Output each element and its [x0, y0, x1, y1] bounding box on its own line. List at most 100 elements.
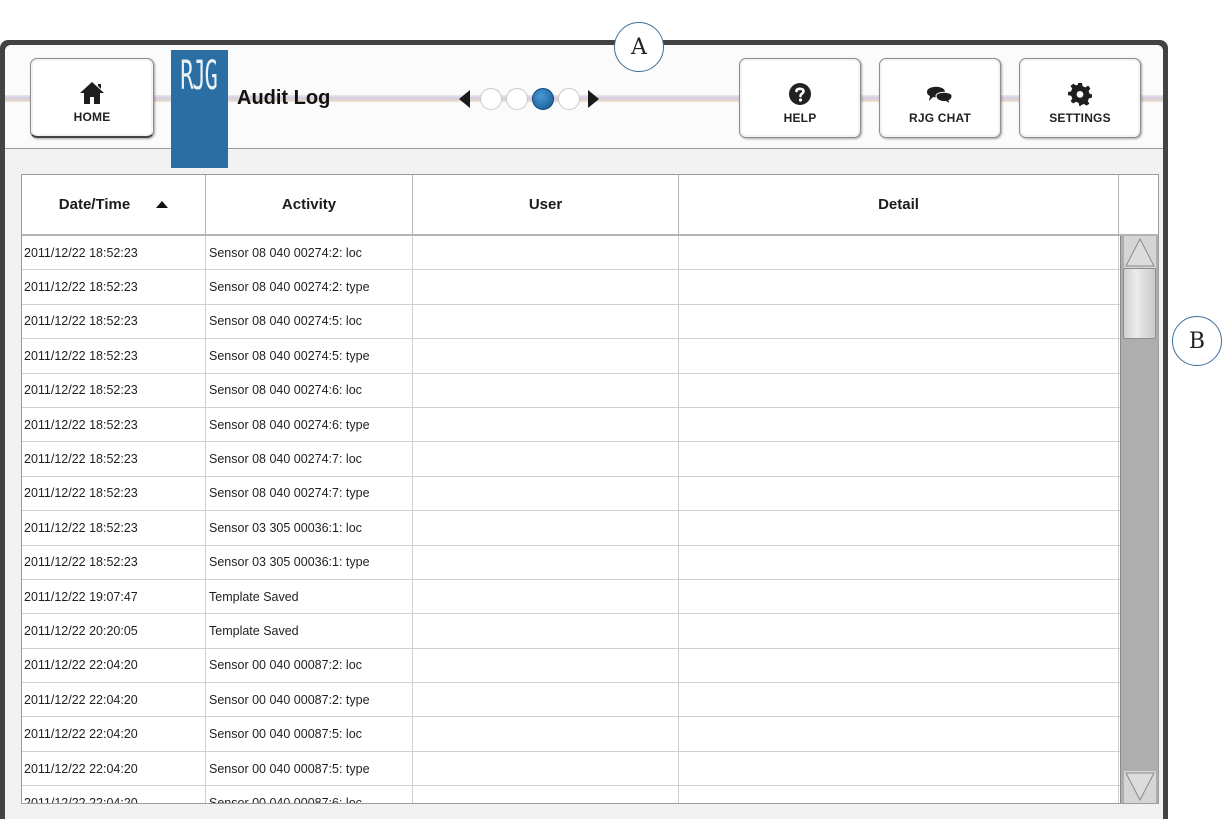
- table-cell: Sensor 00 040 00087:5: loc: [206, 717, 413, 751]
- pager-dot[interactable]: [558, 88, 580, 110]
- table-cell: [679, 476, 1119, 511]
- table-row[interactable]: 2011/12/22 22:04:20 Sensor 00 040 00087:5…: [22, 717, 1120, 752]
- table-row[interactable]: 2011/12/22 22:04:20 Sensor 00 040 00087:6…: [22, 786, 1120, 803]
- table-cell: [679, 786, 1119, 803]
- table-row[interactable]: 2011/12/22 18:52:23 Sensor 08 040 00274:5…: [22, 339, 1120, 374]
- home-button-label: HOME: [73, 110, 111, 124]
- table-cell: [413, 683, 679, 717]
- help-button[interactable]: HELP: [739, 58, 861, 138]
- table-row[interactable]: 2011/12/22 18:52:23 Sensor 08 040 00274:2…: [22, 236, 1120, 271]
- table-cell: 2011/12/22 18:52:23: [22, 270, 206, 304]
- callout-a: A: [614, 22, 664, 72]
- scroll-up-arrow-icon[interactable]: [1124, 236, 1156, 268]
- table-cell: 2011/12/22 18:52:23: [22, 304, 206, 339]
- table-row[interactable]: 2011/12/22 20:20:05 Template Saved: [22, 614, 1120, 649]
- table-cell: [679, 407, 1119, 442]
- column-header-label: Activity: [281, 196, 337, 213]
- table-cell: Sensor 00 040 00087:2: type: [206, 683, 413, 717]
- table-cell: [679, 614, 1119, 648]
- table-cell: [413, 717, 679, 751]
- chat-icon: [925, 81, 955, 107]
- table-row[interactable]: 2011/12/22 19:07:47 Template Saved: [22, 579, 1120, 615]
- table-row[interactable]: 2011/12/22 18:52:23 Sensor 08 040 00274:7…: [22, 442, 1120, 477]
- app-window-content: HOME RJG Audit Log HELP RJG CHAT SETTING…: [5, 45, 1163, 819]
- table-cell: [679, 579, 1119, 614]
- table-cell: [413, 648, 679, 683]
- table-cell: 2011/12/22 22:04:20: [22, 786, 206, 803]
- table-cell: [413, 751, 679, 786]
- table-cell: Sensor 08 040 00274:5: type: [206, 339, 413, 373]
- gear-icon: [1068, 81, 1092, 107]
- table-cell: 2011/12/22 18:52:23: [22, 407, 206, 442]
- table-cell: [413, 270, 679, 304]
- table-cell: [679, 236, 1119, 270]
- table-cell: 2011/12/22 18:52:23: [22, 442, 206, 476]
- column-header-activity[interactable]: Activity: [206, 175, 413, 234]
- scroll-down-arrow-icon[interactable]: [1124, 771, 1156, 803]
- rjg-logo: RJG: [171, 50, 228, 168]
- table-header: Date/Time Activity User Detail: [22, 175, 1158, 236]
- table-cell: Template Saved: [206, 579, 413, 614]
- column-header-label: Detail: [878, 196, 919, 213]
- sort-ascending-icon: [156, 201, 169, 208]
- table-row[interactable]: 2011/12/22 18:52:23 Sensor 08 040 00274:5…: [22, 304, 1120, 340]
- column-header-label: User: [528, 196, 563, 213]
- table-cell: [413, 442, 679, 476]
- vertical-scrollbar[interactable]: [1120, 236, 1158, 803]
- table-row[interactable]: 2011/12/22 18:52:23 Sensor 03 305 00036:1…: [22, 511, 1120, 546]
- table-cell: Sensor 08 040 00274:7: type: [206, 476, 413, 511]
- table-cell: [679, 683, 1119, 717]
- pager-dot[interactable]: [480, 88, 502, 110]
- table-cell: Sensor 08 040 00274:6: type: [206, 407, 413, 442]
- table-cell: [679, 270, 1119, 304]
- table-row[interactable]: 2011/12/22 18:52:23 Sensor 08 040 00274:6…: [22, 373, 1120, 408]
- table-row[interactable]: 2011/12/22 22:04:20 Sensor 00 040 00087:2…: [22, 648, 1120, 684]
- table-cell: [413, 236, 679, 270]
- table-cell: 2011/12/22 19:07:47: [22, 579, 206, 614]
- table-cell: [413, 407, 679, 442]
- column-header-date-time[interactable]: Date/Time: [22, 175, 206, 234]
- column-header-label: Date/Time: [58, 196, 131, 213]
- table-cell: 2011/12/22 18:52:23: [22, 339, 206, 373]
- table-row[interactable]: 2011/12/22 18:52:23 Sensor 08 040 00274:2…: [22, 270, 1120, 305]
- table-cell: 2011/12/22 18:52:23: [22, 545, 206, 579]
- table-cell: 2011/12/22 18:52:23: [22, 236, 206, 270]
- table-cell: Sensor 08 040 00274:5: loc: [206, 304, 413, 339]
- rjg-chat-button[interactable]: RJG CHAT: [879, 58, 1001, 138]
- page-title: Audit Log: [237, 87, 331, 109]
- column-header-detail[interactable]: Detail: [679, 175, 1119, 234]
- table-cell: Sensor 08 040 00274:6: loc: [206, 373, 413, 407]
- home-button[interactable]: HOME: [30, 58, 154, 138]
- table-cell: [679, 545, 1119, 579]
- table-row[interactable]: 2011/12/22 18:52:23 Sensor 03 305 00036:1…: [22, 545, 1120, 580]
- scrollbar-thumb[interactable]: [1123, 268, 1156, 339]
- table-row[interactable]: 2011/12/22 22:04:20 Sensor 00 040 00087:5…: [22, 751, 1120, 787]
- header-bar: HOME RJG Audit Log HELP RJG CHAT SETTING…: [5, 45, 1163, 168]
- table-cell: [413, 373, 679, 407]
- table-cell: [413, 786, 679, 803]
- table-cell: 2011/12/22 22:04:20: [22, 717, 206, 751]
- column-header-user[interactable]: User: [413, 175, 679, 234]
- table-cell: Sensor 03 305 00036:1: loc: [206, 511, 413, 545]
- table-row[interactable]: 2011/12/22 18:52:23 Sensor 08 040 00274:7…: [22, 476, 1120, 512]
- rjg-logo-text: RJG: [180, 53, 218, 99]
- table-cell: [413, 614, 679, 648]
- settings-button[interactable]: SETTINGS: [1019, 58, 1141, 138]
- footer-strip: [5, 809, 1163, 819]
- pager-next-arrow-icon[interactable]: [588, 90, 599, 108]
- callout-b: B: [1172, 316, 1222, 366]
- table-cell: [679, 442, 1119, 476]
- table-cell: Sensor 00 040 00087:2: loc: [206, 648, 413, 683]
- help-button-label: HELP: [783, 111, 817, 125]
- table-row[interactable]: 2011/12/22 22:04:20 Sensor 00 040 00087:2…: [22, 683, 1120, 718]
- pager-dot-active[interactable]: [532, 88, 554, 110]
- table-row[interactable]: 2011/12/22 18:52:23 Sensor 08 040 00274:6…: [22, 407, 1120, 443]
- pager-prev-arrow-icon[interactable]: [459, 90, 470, 108]
- table-cell: [679, 511, 1119, 545]
- table-cell: [679, 373, 1119, 407]
- table-cell: Sensor 03 305 00036:1: type: [206, 545, 413, 579]
- home-icon: [79, 80, 105, 106]
- pager-dot[interactable]: [506, 88, 528, 110]
- rjg-chat-button-label: RJG CHAT: [908, 111, 972, 125]
- table-cell: [413, 545, 679, 579]
